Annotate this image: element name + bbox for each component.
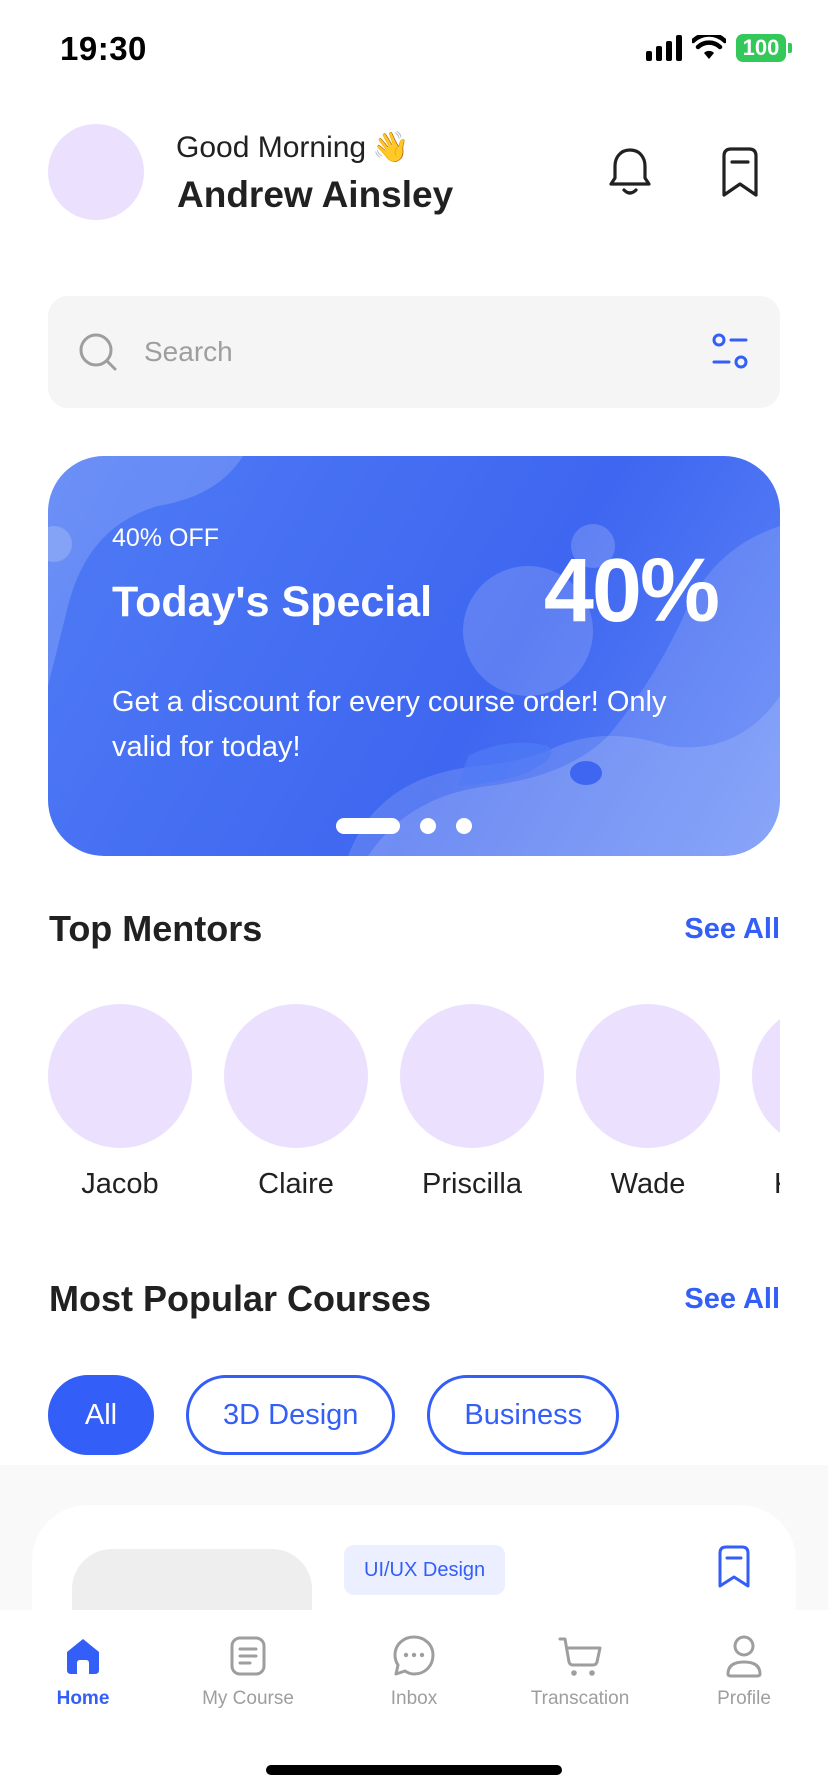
filter-icon — [712, 333, 748, 369]
nav-profile-label: Profile — [717, 1688, 771, 1709]
carousel-dot[interactable] — [420, 818, 436, 834]
mentors-see-all-link[interactable]: See All — [684, 913, 780, 946]
status-bar: 19:30 100 — [0, 0, 828, 100]
banner-decoration — [48, 456, 780, 856]
nav-home-label: Home — [56, 1688, 110, 1709]
mentor-name: Claire — [258, 1168, 334, 1200]
nav-inbox-label: Inbox — [390, 1688, 438, 1709]
mentor-item[interactable]: Jacob — [48, 1004, 192, 1201]
nav-transaction[interactable]: Transcation — [505, 1630, 655, 1710]
filter-button[interactable] — [710, 332, 750, 377]
banner-percent: 40% — [543, 541, 720, 641]
mentor-name: Jacob — [81, 1168, 159, 1200]
battery-level: 100 — [736, 34, 786, 62]
mentor-item[interactable]: Claire — [224, 1004, 368, 1201]
search-icon — [78, 332, 118, 377]
special-offer-banner[interactable]: 40% OFF Today's Special 40% Get a discou… — [48, 456, 780, 856]
user-name: Andrew Ainsley — [177, 174, 454, 215]
banner-description: Get a discount for every course order! O… — [112, 686, 667, 763]
bell-icon — [609, 148, 651, 195]
user-avatar[interactable] — [48, 124, 144, 220]
mentors-list: Jacob Claire Priscilla Wade Kathryn — [48, 1004, 780, 1214]
cart-icon — [505, 1630, 655, 1682]
course-bookmark-button[interactable] — [716, 1545, 752, 1594]
filter-chip-business[interactable]: Business — [427, 1375, 620, 1455]
carousel-dot-active[interactable] — [336, 818, 400, 834]
course-filter-chips: All 3D Design Business — [48, 1375, 620, 1455]
battery-icon: 100 — [736, 34, 792, 62]
banner-discount-label: 40% OFF — [112, 524, 219, 552]
banner-title: Today's Special — [112, 578, 433, 626]
course-category-tag: UI/UX Design — [344, 1545, 506, 1595]
nav-inbox[interactable]: Inbox — [339, 1630, 489, 1710]
mentor-name: Wade — [610, 1168, 686, 1200]
nav-home[interactable]: Home — [8, 1630, 158, 1710]
courses-see-all-link[interactable]: See All — [684, 1283, 780, 1316]
top-mentors-title: Top Mentors — [49, 908, 263, 949]
notification-button[interactable] — [604, 144, 656, 200]
course-list: UI/UX Design — [0, 1465, 828, 1705]
mentor-avatar — [576, 1004, 720, 1148]
profile-icon — [669, 1630, 819, 1682]
filter-chip-3d-design[interactable]: 3D Design — [186, 1375, 396, 1455]
mentor-avatar — [752, 1004, 780, 1148]
mentor-item[interactable]: Priscilla — [400, 1004, 544, 1201]
greeting-text: Good Morning — [176, 130, 367, 164]
search-input[interactable] — [144, 322, 644, 382]
carousel-dot[interactable] — [456, 818, 472, 834]
mentor-name: Kathryn — [752, 1168, 780, 1201]
nav-transaction-label: Transcation — [530, 1688, 630, 1709]
bookmark-icon — [722, 147, 758, 197]
popular-courses-title: Most Popular Courses — [49, 1278, 432, 1319]
nav-profile[interactable]: Profile — [669, 1630, 819, 1710]
status-time: 19:30 — [60, 30, 147, 67]
cellular-signal-icon — [646, 35, 682, 61]
home-icon — [8, 1630, 158, 1682]
mentor-name: Priscilla — [422, 1168, 522, 1200]
home-indicator[interactable] — [266, 1765, 562, 1775]
bookmark-icon — [718, 1545, 750, 1588]
waving-hand-emoji: 👋 — [372, 131, 410, 164]
filter-chip-all[interactable]: All — [48, 1375, 154, 1455]
document-icon — [173, 1630, 323, 1682]
carousel-indicator — [336, 818, 472, 834]
mentor-avatar — [224, 1004, 368, 1148]
nav-my-course-label: My Course — [202, 1688, 294, 1709]
wifi-icon — [692, 35, 726, 59]
header: Good Morning 👋 Andrew Ainsley — [48, 124, 780, 220]
mentor-avatar — [400, 1004, 544, 1148]
bookmark-button[interactable] — [714, 144, 766, 200]
search-bar — [48, 296, 780, 408]
status-icons: 100 — [646, 34, 792, 62]
nav-my-course[interactable]: My Course — [173, 1630, 323, 1710]
mentor-avatar — [48, 1004, 192, 1148]
greeting: Good Morning 👋 — [176, 130, 409, 165]
chat-icon — [339, 1630, 489, 1682]
mentor-item[interactable]: Wade — [576, 1004, 720, 1201]
mentor-item[interactable]: Kathryn — [752, 1004, 780, 1201]
